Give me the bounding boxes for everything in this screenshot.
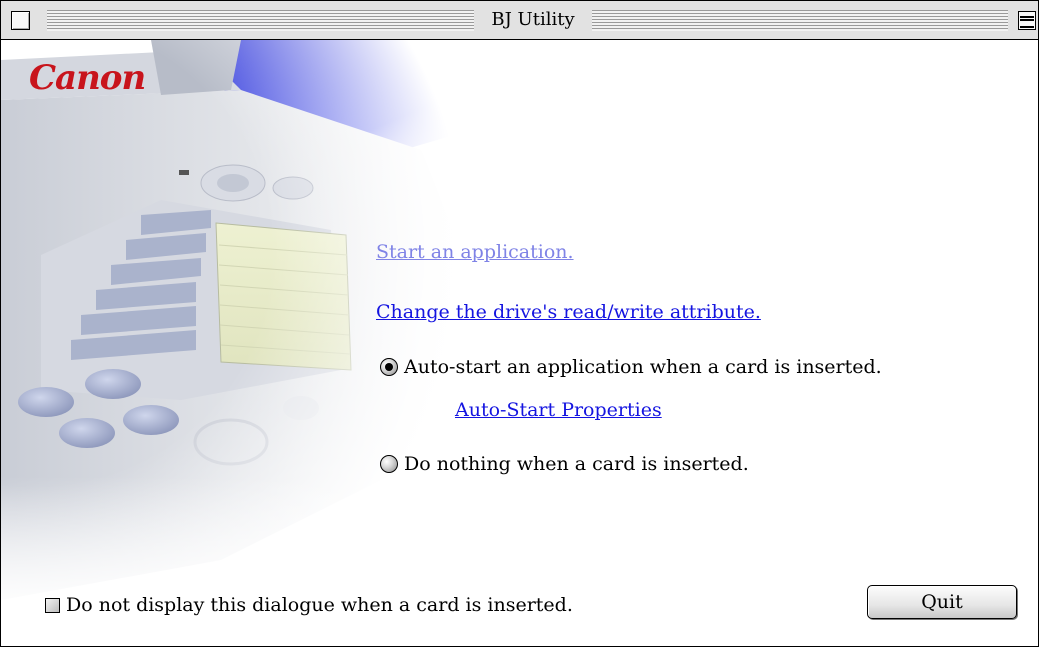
canon-logo: Canon bbox=[29, 58, 146, 98]
collapse-box-icon[interactable] bbox=[1018, 11, 1036, 30]
do-nothing-option[interactable]: Do nothing when a card is inserted. bbox=[380, 453, 749, 475]
printer-illustration bbox=[1, 40, 621, 646]
do-nothing-label: Do nothing when a card is inserted. bbox=[404, 453, 749, 475]
auto-start-option[interactable]: Auto-start an application when a card is… bbox=[380, 356, 882, 378]
auto-start-label: Auto-start an application when a card is… bbox=[404, 356, 882, 378]
change-attribute-link[interactable]: Change the drive's read/write attribute. bbox=[376, 301, 761, 323]
do-not-display-label: Do not display this dialogue when a card… bbox=[66, 594, 573, 616]
auto-start-properties-link[interactable]: Auto-Start Properties bbox=[455, 399, 662, 421]
checkbox-icon[interactable] bbox=[45, 597, 60, 613]
bj-utility-window: BJ Utility Canon Start an application. C… bbox=[0, 0, 1039, 647]
title-bar[interactable]: BJ Utility bbox=[1, 1, 1038, 40]
radio-selected-icon[interactable] bbox=[380, 358, 398, 376]
title-bar-stripes-left bbox=[47, 10, 474, 31]
dialog-content: Canon Start an application. Change the d… bbox=[1, 40, 1038, 646]
close-box-icon[interactable] bbox=[11, 11, 30, 30]
radio-unselected-icon[interactable] bbox=[380, 455, 398, 473]
title-bar-stripes-right bbox=[592, 10, 1008, 31]
window-title: BJ Utility bbox=[474, 1, 592, 39]
start-application-link[interactable]: Start an application. bbox=[376, 241, 574, 263]
quit-button[interactable]: Quit bbox=[867, 585, 1017, 619]
do-not-display-option[interactable]: Do not display this dialogue when a card… bbox=[45, 594, 573, 616]
